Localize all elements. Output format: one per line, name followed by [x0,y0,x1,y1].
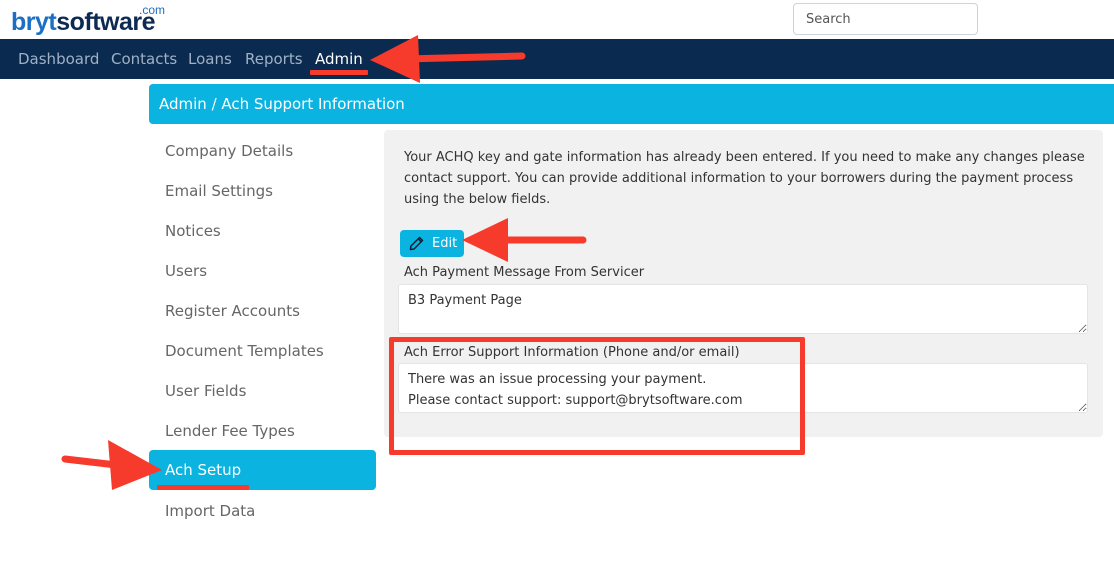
main-navbar: Dashboard Contacts Loans Reports Admin [0,39,1114,79]
sidebar-item-user-fields[interactable]: User Fields [165,382,246,400]
logo-text-com: .com [139,3,166,17]
nav-admin[interactable]: Admin [315,50,363,68]
sidebar-item-ach-setup[interactable]: Ach Setup [149,450,376,490]
sidebar-item-users[interactable]: Users [165,262,207,280]
nav-loans[interactable]: Loans [188,50,232,68]
sidebar-item-label: Ach Setup [165,461,242,479]
sidebar-item-document-templates[interactable]: Document Templates [165,342,324,360]
pencil-icon [409,236,424,251]
nav-reports[interactable]: Reports [245,50,303,68]
ach-info-text: Your ACHQ key and gate information has a… [404,150,1085,207]
arrow-icon [61,440,162,490]
error-support-label: Ach Error Support Information (Phone and… [404,345,740,360]
breadcrumb: Admin / Ach Support Information [149,84,1114,124]
sidebar-item-register-accounts[interactable]: Register Accounts [165,302,300,320]
sidebar-item-import-data[interactable]: Import Data [165,502,255,520]
sidebar-item-notices[interactable]: Notices [165,222,221,240]
payment-message-label: Ach Payment Message From Servicer [404,265,645,280]
nav-dashboard[interactable]: Dashboard [18,50,99,68]
sidebar-item-lender-fee-types[interactable]: Lender Fee Types [165,422,295,440]
logo-text-bryt: bryt [11,8,57,36]
sidebar-item-email-settings[interactable]: Email Settings [165,182,273,200]
search-input[interactable] [793,3,978,35]
error-support-field[interactable]: There was an issue processing your payme… [398,363,1088,413]
breadcrumb-text: Admin / Ach Support Information [159,95,405,113]
nav-contacts[interactable]: Contacts [111,50,177,68]
sidebar-item-company-details[interactable]: Company Details [165,142,293,160]
payment-message-field[interactable]: B3 Payment Page [398,284,1088,334]
edit-button-label: Edit [432,236,458,251]
edit-button[interactable]: Edit [400,230,464,257]
